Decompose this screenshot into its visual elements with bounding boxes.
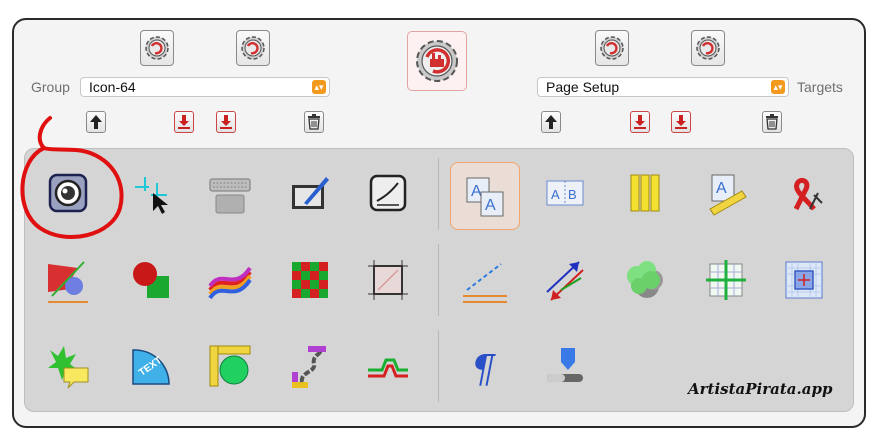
crosshair-cursor-icon[interactable] [123,165,179,221]
step-path-icon[interactable] [360,338,416,394]
chevron-updown-icon: ▴▾ [312,80,326,94]
grid-cross-icon[interactable] [698,252,754,308]
lens-icon[interactable] [40,165,96,221]
gear-icon[interactable] [595,30,629,66]
signature-pad-icon[interactable] [360,165,416,221]
download-button[interactable] [216,111,236,133]
ribbon-cut-icon[interactable] [776,165,832,221]
text-ruler-icon[interactable]: A [698,165,754,221]
download-button[interactable] [630,111,650,133]
text-ab-icon[interactable]: AB [537,165,593,221]
download-icon [220,115,232,129]
dashed-line-icon[interactable] [457,252,513,308]
chevron-updown-icon: ▴▾ [771,80,785,94]
svg-text:¶: ¶ [471,347,496,390]
grid-divider [438,244,439,316]
rainbow-icon[interactable] [202,252,258,308]
arrow-up-icon [90,115,102,129]
delete-button[interactable] [762,111,782,133]
ruler-circle-icon[interactable] [202,338,258,394]
grid-divider [438,330,439,402]
targets-select-value: Page Setup [546,79,620,95]
app-gear-icon[interactable] [407,31,467,91]
svg-text:B: B [568,187,577,202]
blob-shadow-icon[interactable] [617,252,673,308]
checker-pattern-icon[interactable] [282,252,338,308]
delete-button[interactable] [304,111,324,133]
gear-icon[interactable] [236,30,270,66]
svg-text:A: A [471,183,482,200]
svg-text:A: A [716,180,727,197]
trash-icon [308,114,320,130]
slider-pin-icon[interactable] [537,338,593,394]
download-icon [178,115,190,129]
speech-star-icon[interactable] [40,338,96,394]
targets-label: Targets [797,79,843,95]
targets-select[interactable]: Page Setup ▴▾ [537,77,789,97]
rulers-icon[interactable] [617,165,673,221]
group-select-value: Icon-64 [89,79,136,95]
svg-text:A: A [485,197,496,214]
chain-link-icon[interactable] [282,338,338,394]
download-button[interactable] [671,111,691,133]
download-button[interactable] [174,111,194,133]
gear-icon[interactable] [691,30,725,66]
double-arrow-icon[interactable] [537,252,593,308]
text-duplicate-icon[interactable]: AA [450,162,520,230]
move-up-button[interactable] [86,111,106,133]
tablet-pen-icon[interactable] [282,165,338,221]
group-select[interactable]: Icon-64 ▴▾ [80,77,330,97]
brand-watermark: ArtistaPirata.app [688,380,833,398]
trash-icon [766,114,778,130]
stroke-flag-icon[interactable] [40,252,96,308]
move-up-button[interactable] [541,111,561,133]
grid-target-icon[interactable] [776,252,832,308]
paragraph-icon[interactable]: ¶ [457,338,513,394]
download-icon [675,115,687,129]
keyboard-icon[interactable] [202,165,258,221]
gear-icon[interactable] [140,30,174,66]
svg-text:A: A [551,187,560,202]
grid-divider [438,158,439,230]
arrow-up-icon [545,115,557,129]
download-icon [634,115,646,129]
group-label: Group [31,79,70,95]
text-on-arc-icon[interactable]: TEXT [123,338,179,394]
crop-frame-icon[interactable] [360,252,416,308]
shape-combine-icon[interactable] [123,252,179,308]
